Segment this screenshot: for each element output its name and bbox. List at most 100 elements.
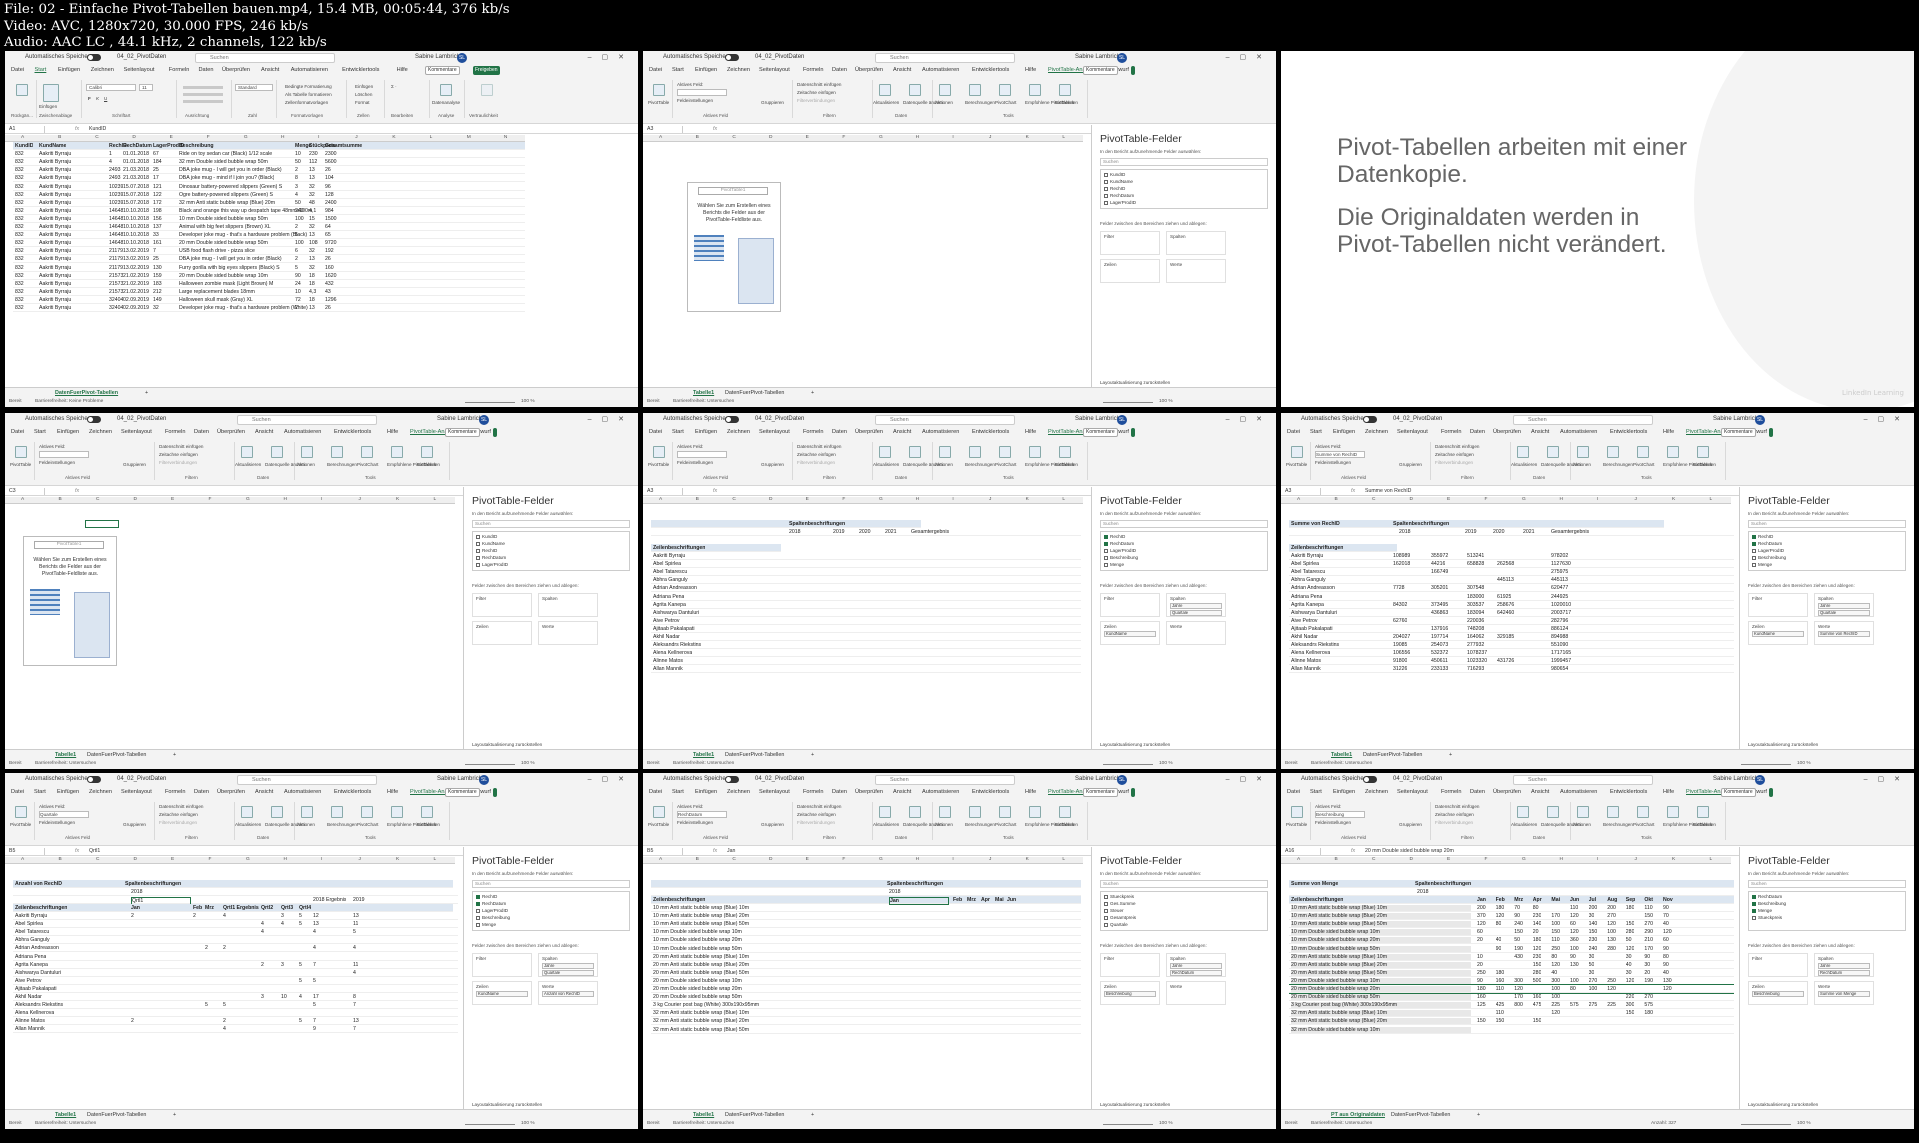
table-row[interactable]: 832 Aakriti Byrraju 32404 02.09.2019 32 Devel… (13, 304, 525, 313)
pivotchart-icon[interactable] (999, 806, 1011, 818)
menu-tab[interactable]: Seitenlayout (759, 67, 790, 73)
table-cell[interactable]: Aakriti Byrraju (39, 265, 71, 271)
avatar[interactable]: SL (1755, 775, 1765, 785)
filter-area[interactable]: Filter (472, 953, 532, 977)
column-letter[interactable]: K (396, 497, 399, 502)
column-letter[interactable]: E (806, 857, 809, 862)
table-cell[interactable]: 21179 (109, 265, 123, 271)
table-cell[interactable]: Ride on toy sedan car (Black) 1/12 scale (179, 151, 272, 157)
pivot-row[interactable]: Allan Mannik 31226 233133 716293 980654 (1289, 665, 1734, 674)
pivot-row[interactable]: 10 mm Double sided bubble wrap 20m (651, 936, 1081, 945)
menu-tab[interactable]: Datei (649, 429, 662, 435)
column-letter[interactable]: H (916, 497, 919, 502)
pivot-row[interactable]: Abhra Ganguly (651, 576, 1081, 585)
pivot-row[interactable]: Abel Tatarescu 4 4 5 (13, 928, 458, 937)
menu-tab[interactable]: Einfügen (695, 789, 717, 795)
calculations-icon[interactable] (1607, 446, 1619, 458)
pivot-row[interactable]: Agrita Kanepa (651, 601, 1081, 609)
table-cell[interactable]: Aakriti Byrraju (39, 240, 71, 246)
filter-connections-button[interactable]: Filterverbindungen (797, 98, 835, 103)
menu-tab[interactable]: Entwicklertools (334, 429, 371, 435)
table-cell[interactable]: 10.10.2018 (123, 224, 149, 230)
menu-tab[interactable]: Überprüfen (855, 67, 883, 73)
table-cell[interactable]: 21.02.2019 (123, 273, 149, 279)
menu-tab[interactable]: Zeichnen (1365, 789, 1388, 795)
table-cell[interactable]: 67 (153, 151, 159, 157)
menu-tab[interactable]: Hilfe (1663, 429, 1674, 435)
menu-tab[interactable]: Automatisieren (922, 429, 959, 435)
table-cell[interactable]: 5600 (325, 159, 337, 165)
timeline-button[interactable]: Zeitachse einfügen (797, 452, 836, 457)
share-button[interactable] (1769, 428, 1773, 437)
table-cell[interactable]: 15.07.2018 (123, 200, 149, 206)
tab-data[interactable]: DatenFuerPivot-Tabellen (87, 752, 146, 758)
month-header[interactable]: Jun (1570, 897, 1579, 903)
table-cell[interactable]: 137 (153, 224, 162, 230)
pivot-row[interactable]: 20 mm Double sided bubble wrap 10m (651, 977, 1081, 985)
table-cell[interactable]: Aakriti Byrraju (39, 216, 71, 222)
datasource-icon[interactable] (1547, 446, 1559, 458)
pivotchart-icon[interactable] (1637, 446, 1649, 458)
menu-tab[interactable]: Einfügen (1333, 789, 1355, 795)
menu-tab[interactable]: Hilfe (397, 67, 408, 73)
table-cell[interactable]: 1500 (325, 216, 337, 222)
pivot-row[interactable]: 10 mm Anti static bubble wrap (Blue) 10m… (1289, 904, 1734, 913)
active-field-input[interactable] (39, 451, 89, 458)
menu-tab[interactable]: Seitenlayout (1397, 429, 1428, 435)
menu-tab[interactable]: Hilfe (1663, 789, 1674, 795)
table-cell[interactable]: 160 (325, 265, 334, 271)
avatar[interactable]: SL (1755, 415, 1765, 425)
column-letter[interactable]: J (1635, 497, 1637, 502)
table-cell[interactable]: 33 (153, 232, 159, 238)
filter-connections-button[interactable]: Filterverbindungen (797, 460, 835, 465)
tab-data[interactable]: DatenFuerPivot-Tabellen (55, 390, 118, 396)
column-letter[interactable]: F (209, 857, 212, 862)
table-cell[interactable]: 198 (153, 208, 162, 214)
table-row[interactable]: 832 Aakriti Byrraju 14648 10.10.2018 33 Devel… (13, 231, 525, 240)
pivot-row[interactable]: 32 mm Anti static bubble wrap (Blue) 20m… (1289, 1017, 1734, 1026)
table-cell[interactable]: 96 (325, 184, 331, 190)
actions-icon[interactable] (301, 446, 313, 458)
menu-tab[interactable]: Zeichnen (89, 429, 112, 435)
pivot-row[interactable]: Adriana Pena (651, 593, 1081, 601)
menu-tab[interactable]: Seitenlayout (121, 789, 152, 795)
comments-button[interactable]: Kommentare (1721, 788, 1756, 797)
table-cell[interactable]: 64 (325, 224, 331, 230)
field-settings-button[interactable]: Feldeinstellungen (677, 460, 713, 465)
show-icon[interactable] (421, 806, 433, 818)
sheet-grid[interactable]: PivotTable1 Wählen Sie zum Erstellen ein… (651, 142, 1081, 369)
menu-tab[interactable]: Ansicht (1531, 429, 1549, 435)
table-cell[interactable]: 192 (325, 248, 334, 254)
rows-area[interactable]: Zeilen Beschreibung (1748, 981, 1808, 1005)
recommended-icon[interactable] (1029, 84, 1041, 96)
pivot-row[interactable]: Abhra Ganguly 445113 445113 (1289, 576, 1734, 585)
column-letter[interactable]: G (246, 497, 250, 502)
pivot-row[interactable]: Ajitaab Pakalapati (13, 985, 458, 993)
add-sheet-button[interactable]: + (173, 752, 176, 758)
font-select[interactable]: Calibri (86, 84, 136, 91)
menu-tab[interactable]: Überprüfen (222, 67, 250, 73)
tab-tabelle1[interactable]: Tabelle1 (693, 1112, 714, 1118)
pivot-row[interactable]: Aakriti Byrraju 108989 355972 513241 978202 (1289, 552, 1734, 561)
menu-tab[interactable]: Seitenlayout (1397, 789, 1428, 795)
table-cell[interactable]: 10.10.2018 (123, 216, 149, 222)
tab-tabelle1[interactable]: Tabelle1 (693, 752, 714, 758)
table-cell[interactable]: 10239 (109, 200, 123, 206)
table-cell[interactable]: Aakriti Byrraju (39, 281, 71, 287)
column-letter[interactable]: J (359, 857, 361, 862)
column-letter[interactable]: J (1635, 857, 1637, 862)
table-row[interactable]: 832 Aakriti Byrraju 21179 13.02.2019 7 USB fo… (13, 247, 525, 256)
table-cell[interactable]: Aakriti Byrraju (39, 151, 71, 157)
refresh-icon[interactable] (879, 84, 891, 96)
column-letter[interactable]: J (989, 857, 991, 862)
column-letter[interactable]: I (1597, 497, 1598, 502)
table-cell[interactable]: 832 (15, 273, 24, 279)
underline-button[interactable]: U (104, 96, 107, 101)
column-letter[interactable]: G (1522, 857, 1526, 862)
table-cell[interactable]: 149 (153, 297, 162, 303)
table-cell[interactable]: 21573 (109, 281, 123, 287)
menu-tab[interactable]: Hilfe (387, 789, 398, 795)
autosave-toggle[interactable] (725, 416, 739, 423)
avatar[interactable]: SL (479, 415, 489, 425)
refresh-icon[interactable] (1517, 806, 1529, 818)
